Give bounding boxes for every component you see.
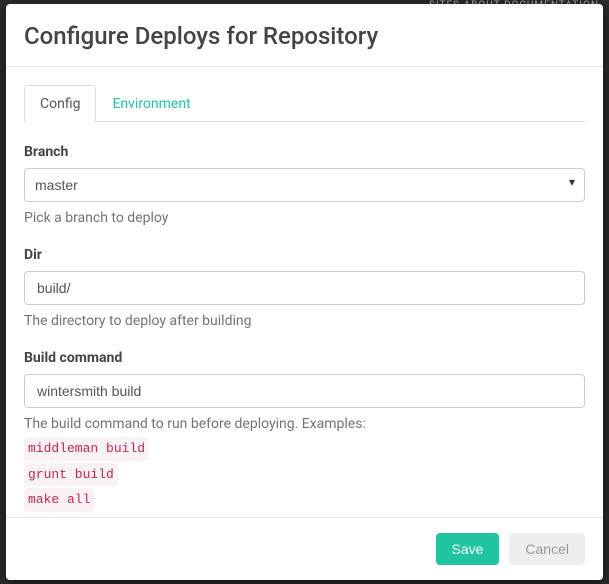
build-command-label: Build command	[24, 350, 585, 366]
modal-header: Configure Deploys for Repository	[6, 4, 603, 67]
example-grunt: grunt build	[24, 463, 118, 487]
dir-help: The directory to deploy after building	[24, 311, 585, 332]
branch-group: Branch master Pick a branch to deploy	[24, 144, 585, 229]
dir-label: Dir	[24, 247, 585, 263]
tab-config[interactable]: Config	[24, 85, 96, 122]
cancel-button[interactable]: Cancel	[509, 533, 585, 565]
branch-select-wrapper: master	[24, 168, 585, 202]
branch-select[interactable]: master	[24, 168, 585, 202]
example-middleman: middleman build	[24, 437, 149, 461]
modal-body: Config Environment Branch master Pick a …	[6, 67, 603, 517]
modal-title: Configure Deploys for Repository	[24, 22, 585, 50]
build-command-input[interactable]	[24, 374, 585, 408]
build-command-help: The build command to run before deployin…	[24, 414, 585, 512]
example-make: make all	[24, 488, 94, 512]
dir-group: Dir The directory to deploy after buildi…	[24, 247, 585, 332]
modal-footer: Save Cancel	[6, 517, 603, 580]
build-command-group: Build command The build command to run b…	[24, 350, 585, 512]
dir-input[interactable]	[24, 271, 585, 305]
branch-help: Pick a branch to deploy	[24, 208, 585, 229]
save-button[interactable]: Save	[436, 533, 500, 565]
branch-label: Branch	[24, 144, 585, 160]
configure-deploys-modal: Configure Deploys for Repository Config …	[6, 4, 603, 580]
tab-environment[interactable]: Environment	[96, 85, 206, 122]
tabs: Config Environment	[24, 85, 585, 122]
